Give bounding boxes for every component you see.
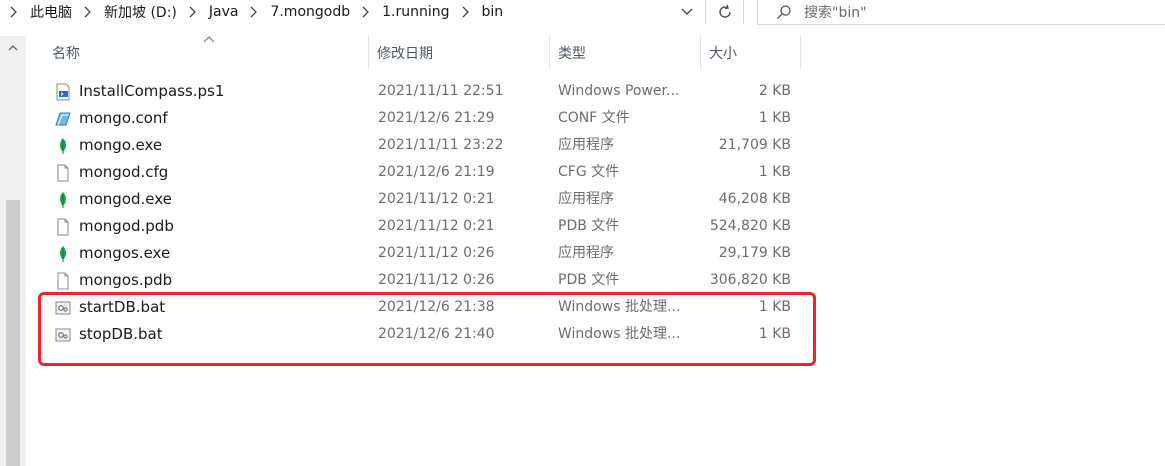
mongodb-leaf-icon <box>54 191 72 209</box>
column-header-size[interactable]: 大小 <box>701 36 801 70</box>
chevron-right-icon[interactable] <box>360 6 372 18</box>
file-name: mongos.exe <box>79 244 171 262</box>
chevron-right-icon[interactable] <box>8 6 20 18</box>
file-type: 应用程序 <box>558 245 614 261</box>
file-modified: 2021/11/12 0:26 <box>378 245 495 261</box>
search-icon <box>776 4 792 20</box>
file-row[interactable]: InstallCompass.ps1 2021/11/11 22:51 Wind… <box>26 78 806 105</box>
file-type: 应用程序 <box>558 137 614 153</box>
file-row[interactable]: mongod.pdb 2021/11/12 0:21 PDB 文件 524,82… <box>26 213 806 240</box>
scroll-up-button[interactable] <box>0 36 26 60</box>
chevron-right-icon[interactable] <box>187 6 199 18</box>
blank-file-icon <box>54 272 72 290</box>
file-size: 29,179 KB <box>718 245 791 261</box>
refresh-icon <box>718 4 731 18</box>
address-bar[interactable]: 此电脑 新加坡 (D:) Java 7.mongodb 1.running bi… <box>0 0 703 24</box>
file-size: 21,709 KB <box>718 137 791 153</box>
mongodb-leaf-icon <box>54 137 72 155</box>
file-name: mongos.pdb <box>79 271 173 289</box>
breadcrumb-bin[interactable]: bin <box>480 4 506 20</box>
search-box[interactable]: 搜索"bin" <box>757 0 1165 25</box>
breadcrumb-drive-d[interactable]: 新加坡 (D:) <box>102 2 179 22</box>
file-type: 应用程序 <box>558 191 614 207</box>
file-name: mongod.exe <box>79 190 172 208</box>
search-placeholder: 搜索"bin" <box>804 4 867 21</box>
blank-file-icon <box>54 164 72 182</box>
file-row[interactable]: mongos.pdb 2021/11/12 0:26 PDB 文件 306,82… <box>26 267 806 294</box>
chevron-down-icon <box>681 8 693 15</box>
chevron-right-icon[interactable] <box>82 6 94 18</box>
file-name: mongo.exe <box>79 136 163 154</box>
chevron-right-icon[interactable] <box>248 6 260 18</box>
file-size: 1 KB <box>758 110 791 126</box>
breadcrumb-this-pc[interactable]: 此电脑 <box>28 2 74 22</box>
file-name: mongod.cfg <box>79 163 169 181</box>
breadcrumb-running[interactable]: 1.running <box>380 4 451 20</box>
file-type: CFG 文件 <box>558 164 620 180</box>
file-name: mongo.conf <box>79 109 168 127</box>
file-modified: 2021/11/12 0:21 <box>378 191 495 207</box>
file-size: 1 KB <box>758 164 791 180</box>
vertical-scrollbar[interactable] <box>0 36 26 466</box>
chevron-up-icon <box>8 45 18 51</box>
file-modified: 2021/11/11 23:22 <box>378 137 504 153</box>
file-name: InstallCompass.ps1 <box>79 82 225 100</box>
file-row[interactable]: mongod.exe 2021/11/12 0:21 应用程序 46,208 K… <box>26 186 806 213</box>
file-size: 524,820 KB <box>709 218 791 234</box>
file-size: 2 KB <box>758 83 791 99</box>
file-type: PDB 文件 <box>558 272 620 288</box>
address-history-dropdown[interactable] <box>672 0 702 24</box>
column-header-modified[interactable]: 修改日期 <box>369 36 550 70</box>
blank-file-icon <box>54 218 72 236</box>
file-modified: 2021/11/12 0:26 <box>378 272 495 288</box>
highlight-annotation-box <box>38 292 816 366</box>
file-modified: 2021/11/11 22:51 <box>378 83 504 99</box>
breadcrumb-mongodb[interactable]: 7.mongodb <box>268 4 352 20</box>
file-row[interactable]: mongo.exe 2021/11/11 23:22 应用程序 21,709 K… <box>26 132 806 159</box>
powershell-script-icon <box>54 83 72 101</box>
refresh-button[interactable] <box>705 0 744 24</box>
scrollbar-thumb[interactable] <box>6 200 20 466</box>
file-size: 306,820 KB <box>709 272 791 288</box>
file-type: PDB 文件 <box>558 218 620 234</box>
chevron-right-icon[interactable] <box>460 6 472 18</box>
file-modified: 2021/12/6 21:29 <box>378 110 495 126</box>
file-modified: 2021/11/12 0:21 <box>378 218 495 234</box>
breadcrumb-java[interactable]: Java <box>207 4 241 20</box>
file-modified: 2021/12/6 21:19 <box>378 164 495 180</box>
file-row[interactable]: mongo.conf 2021/12/6 21:29 CONF 文件 1 KB <box>26 105 806 132</box>
conf-file-icon <box>54 110 72 128</box>
file-name: mongod.pdb <box>79 217 174 235</box>
file-row[interactable]: mongos.exe 2021/11/12 0:26 应用程序 29,179 K… <box>26 240 806 267</box>
file-row[interactable]: mongod.cfg 2021/12/6 21:19 CFG 文件 1 KB <box>26 159 806 186</box>
column-header-name[interactable]: 名称 <box>26 36 369 70</box>
column-header-type[interactable]: 类型 <box>550 36 701 70</box>
file-size: 46,208 KB <box>718 191 791 207</box>
mongodb-leaf-icon <box>54 245 72 263</box>
file-type: Windows Power... <box>558 83 680 99</box>
column-header-row: 名称 修改日期 类型 大小 <box>26 36 816 70</box>
file-type: CONF 文件 <box>558 110 630 126</box>
